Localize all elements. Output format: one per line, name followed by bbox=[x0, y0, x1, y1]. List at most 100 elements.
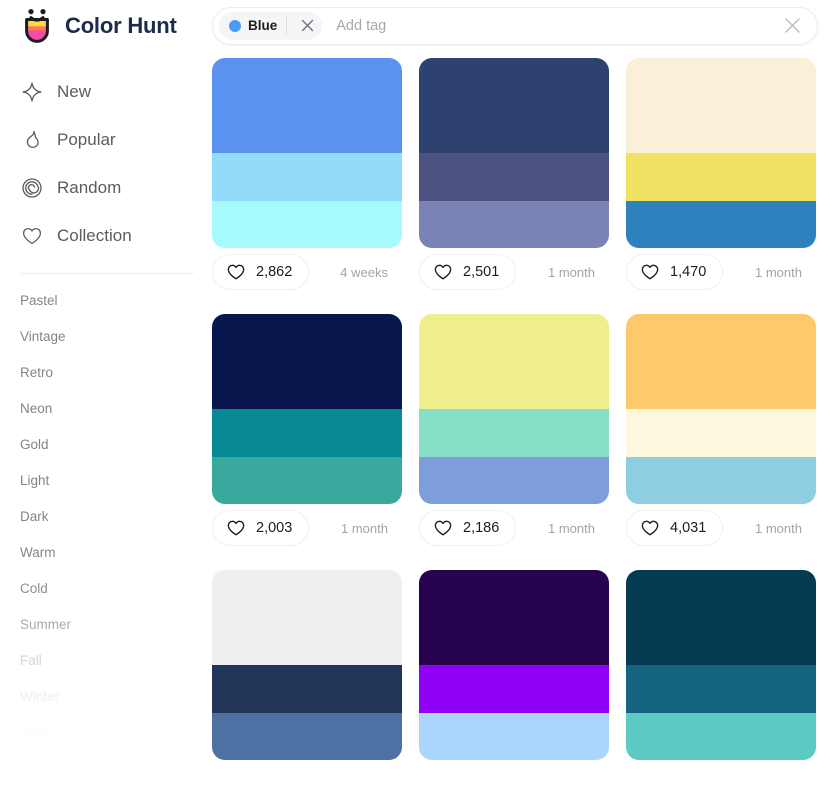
palette-card[interactable]: 2,501 1 month bbox=[419, 58, 609, 296]
palette-color-band[interactable] bbox=[626, 712, 816, 760]
active-tag-chip[interactable]: Blue bbox=[219, 11, 323, 40]
palette-card[interactable]: 2,862 4 weeks bbox=[212, 58, 402, 296]
like-button[interactable]: 1,470 bbox=[626, 254, 724, 290]
brand-header[interactable]: Color Hunt bbox=[0, 8, 212, 44]
palette-color-band[interactable] bbox=[626, 409, 816, 457]
palette-swatches[interactable] bbox=[419, 570, 609, 760]
palette-meta: 2,003 1 month bbox=[212, 504, 402, 552]
palette-color-band[interactable] bbox=[626, 200, 816, 248]
palette-color-band[interactable] bbox=[626, 153, 816, 201]
tag-filter-spring[interactable]: Spring bbox=[20, 714, 212, 750]
palette-swatches[interactable] bbox=[212, 58, 402, 248]
palette-color-band[interactable] bbox=[212, 712, 402, 760]
palette-meta: 2,501 1 month bbox=[419, 248, 609, 296]
palette-swatches[interactable] bbox=[212, 570, 402, 760]
clear-search-button[interactable] bbox=[777, 11, 807, 41]
spiral-icon bbox=[20, 176, 44, 200]
sidebar-item-label: Random bbox=[57, 178, 122, 197]
palette-timestamp: 4 weeks bbox=[340, 264, 388, 280]
palette-color-band[interactable] bbox=[626, 456, 816, 504]
palette-color-band[interactable] bbox=[419, 409, 609, 457]
palette-swatches[interactable] bbox=[212, 314, 402, 504]
palette-card[interactable] bbox=[212, 570, 402, 760]
palette-color-band[interactable] bbox=[419, 200, 609, 248]
like-button[interactable]: 2,186 bbox=[419, 510, 517, 546]
tag-filter-warm[interactable]: Warm bbox=[20, 534, 212, 570]
palette-swatches[interactable] bbox=[419, 314, 609, 504]
tag-filter-pastel[interactable]: Pastel bbox=[20, 282, 212, 318]
body-region: New Popular Random Collection Pastel Vin… bbox=[0, 51, 834, 796]
sidebar-item-new[interactable]: New bbox=[20, 68, 212, 116]
palette-color-band[interactable] bbox=[626, 314, 816, 409]
palette-color-band[interactable] bbox=[212, 665, 402, 713]
tag-filter-fall[interactable]: Fall bbox=[20, 642, 212, 678]
palette-timestamp: 1 month bbox=[755, 520, 802, 536]
top-bar: Color Hunt Blue bbox=[0, 0, 834, 51]
tag-filter-happy[interactable]: Happy bbox=[20, 750, 212, 786]
tag-filter-label: Neon bbox=[20, 400, 53, 416]
palette-card[interactable]: 1,470 1 month bbox=[626, 58, 816, 296]
palette-card[interactable] bbox=[626, 570, 816, 760]
palette-color-band[interactable] bbox=[626, 570, 816, 665]
palette-color-band[interactable] bbox=[212, 314, 402, 409]
tag-filter-label: Summer bbox=[20, 616, 72, 632]
like-count: 2,862 bbox=[256, 264, 293, 280]
tag-filter-label: Happy bbox=[20, 760, 60, 776]
sparkle-icon bbox=[20, 80, 44, 104]
like-button[interactable]: 4,031 bbox=[626, 510, 724, 546]
sidebar-item-popular[interactable]: Popular bbox=[20, 116, 212, 164]
palette-swatches[interactable] bbox=[626, 570, 816, 760]
tag-filter-neon[interactable]: Neon bbox=[20, 390, 212, 426]
tag-filter-summer[interactable]: Summer bbox=[20, 606, 212, 642]
palette-swatches[interactable] bbox=[626, 314, 816, 504]
tag-filter-retro[interactable]: Retro bbox=[20, 354, 212, 390]
palette-color-band[interactable] bbox=[626, 665, 816, 713]
color-hunt-app: Color Hunt Blue Add tag New Popular Rand… bbox=[0, 0, 834, 796]
palette-color-band[interactable] bbox=[212, 153, 402, 201]
palette-swatches[interactable] bbox=[626, 58, 816, 248]
tag-filter-light[interactable]: Light bbox=[20, 462, 212, 498]
search-area: Blue bbox=[212, 6, 834, 45]
palette-color-band[interactable] bbox=[419, 153, 609, 201]
palette-timestamp: 1 month bbox=[548, 264, 595, 280]
like-count: 2,186 bbox=[463, 520, 500, 536]
like-button[interactable]: 2,003 bbox=[212, 510, 310, 546]
palette-card[interactable] bbox=[419, 570, 609, 760]
palette-swatches[interactable] bbox=[419, 58, 609, 248]
palette-color-band[interactable] bbox=[212, 456, 402, 504]
tag-filter-label: Light bbox=[20, 472, 50, 488]
like-count: 2,003 bbox=[256, 520, 293, 536]
palette-card[interactable]: 2,186 1 month bbox=[419, 314, 609, 552]
tag-filter-winter[interactable]: Winter bbox=[20, 678, 212, 714]
sidebar-item-label: Popular bbox=[57, 130, 116, 149]
remove-tag-button[interactable] bbox=[294, 13, 320, 39]
like-button[interactable]: 2,501 bbox=[419, 254, 517, 290]
colorhunt-logo-icon bbox=[20, 8, 54, 44]
palette-color-band[interactable] bbox=[419, 314, 609, 409]
palette-color-band[interactable] bbox=[212, 58, 402, 153]
palette-color-band[interactable] bbox=[419, 712, 609, 760]
palette-color-band[interactable] bbox=[626, 58, 816, 153]
like-count: 4,031 bbox=[670, 520, 707, 536]
tag-filter-label: Pastel bbox=[20, 292, 58, 308]
heart-icon bbox=[641, 520, 659, 536]
palette-color-band[interactable] bbox=[419, 58, 609, 153]
palette-color-band[interactable] bbox=[212, 200, 402, 248]
like-button[interactable]: 2,862 bbox=[212, 254, 310, 290]
sidebar-item-collection[interactable]: Collection bbox=[20, 212, 212, 260]
add-tag-input[interactable] bbox=[322, 10, 777, 41]
sidebar-item-random[interactable]: Random bbox=[20, 164, 212, 212]
tag-filter-gold[interactable]: Gold bbox=[20, 426, 212, 462]
palette-color-band[interactable] bbox=[212, 409, 402, 457]
like-count: 1,470 bbox=[670, 264, 707, 280]
tag-filter-dark[interactable]: Dark bbox=[20, 498, 212, 534]
palette-color-band[interactable] bbox=[419, 665, 609, 713]
tag-search-bar[interactable]: Blue bbox=[212, 6, 818, 45]
tag-filter-vintage[interactable]: Vintage bbox=[20, 318, 212, 354]
palette-card[interactable]: 4,031 1 month bbox=[626, 314, 816, 552]
palette-color-band[interactable] bbox=[212, 570, 402, 665]
palette-card[interactable]: 2,003 1 month bbox=[212, 314, 402, 552]
palette-color-band[interactable] bbox=[419, 456, 609, 504]
palette-color-band[interactable] bbox=[419, 570, 609, 665]
tag-filter-cold[interactable]: Cold bbox=[20, 570, 212, 606]
